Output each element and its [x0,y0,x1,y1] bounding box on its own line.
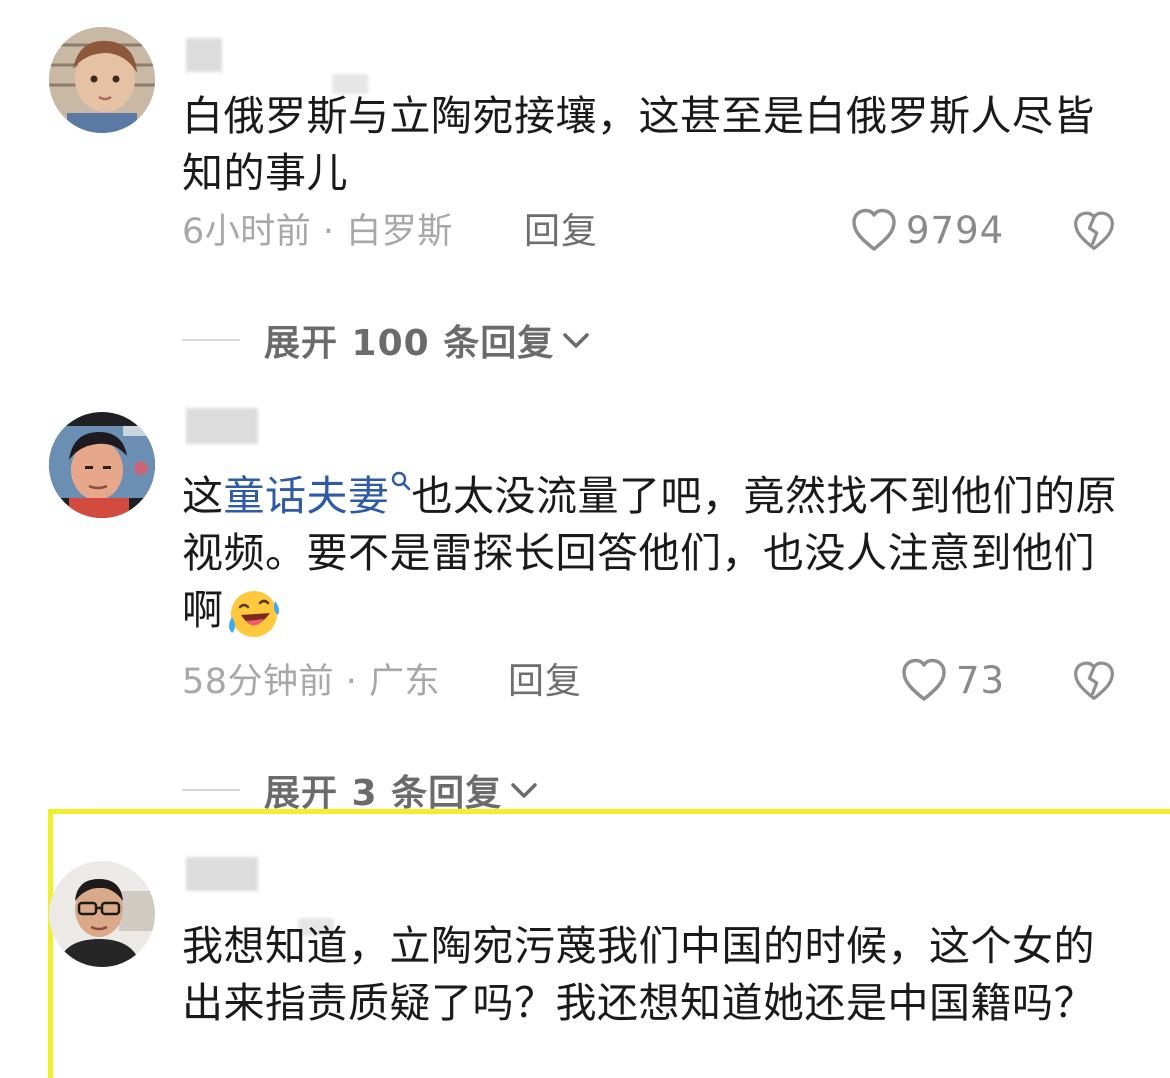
chevron-down-icon [511,783,537,798]
avatar[interactable] [49,861,155,967]
comment-location: 白罗斯 [346,212,453,252]
expand-replies-label: 展开 100 条回复 [264,323,555,364]
comment-text: 这童话夫妻 也太没流量了吧，竟然找不到他们的原视频。要不是雷探长回答他们，也没人注… [182,468,1117,639]
avatar-child-image [49,27,155,133]
broken-heart-icon[interactable] [1072,209,1116,253]
heart-outline-icon [902,658,946,701]
reply-button[interactable]: 回复 [524,212,598,252]
comment-meta: 58分钟前 · 广东 [182,662,440,702]
meta-separator: · [345,662,358,702]
search-link[interactable]: 童话夫妻 [224,472,390,520]
username-redacted [186,408,258,444]
comment-text-start: 这 [182,472,224,520]
avatar-man-glasses-image [49,861,155,967]
username-redacted [186,857,258,891]
laughing-crying-emoji [228,591,279,637]
meta-separator: · [322,212,335,252]
like-button[interactable]: 73 [900,657,1005,703]
divider-line [182,789,240,791]
comment-location: 广东 [368,662,440,702]
expand-replies-button[interactable]: 展开 100 条回复 [182,314,592,366]
avatar[interactable] [49,412,155,518]
comment-list: 白俄罗斯与立陶宛接壤，这甚至是白俄罗斯人尽皆知的事儿 6小时前 · 白罗斯 回复… [0,0,1170,1078]
comment-text: 我想知道，立陶宛污蔑我们中国的时候，这个女的出来指责质疑了吗？我还想知道她还是中… [182,922,1095,1027]
broken-heart-icon[interactable] [1072,659,1116,703]
heart-outline-icon [852,208,896,251]
comment-time: 58分钟前 [182,662,335,702]
comment-text: 白俄罗斯与立陶宛接壤，这甚至是白俄罗斯人尽皆知的事儿 [182,92,1095,197]
avatar-anime-image [49,412,155,518]
comment-meta: 6小时前 · 白罗斯 [182,212,453,252]
like-button[interactable]: 9794 [850,207,1004,253]
like-count: 9794 [906,208,1005,252]
username-redacted [186,38,222,72]
reply-button[interactable]: 回复 [508,662,582,702]
search-icon[interactable] [390,470,412,492]
like-count: 73 [956,658,1006,702]
chevron-down-icon [563,333,589,348]
divider-line [182,339,240,341]
comment-time: 6小时前 [182,212,312,252]
avatar[interactable] [49,27,155,133]
